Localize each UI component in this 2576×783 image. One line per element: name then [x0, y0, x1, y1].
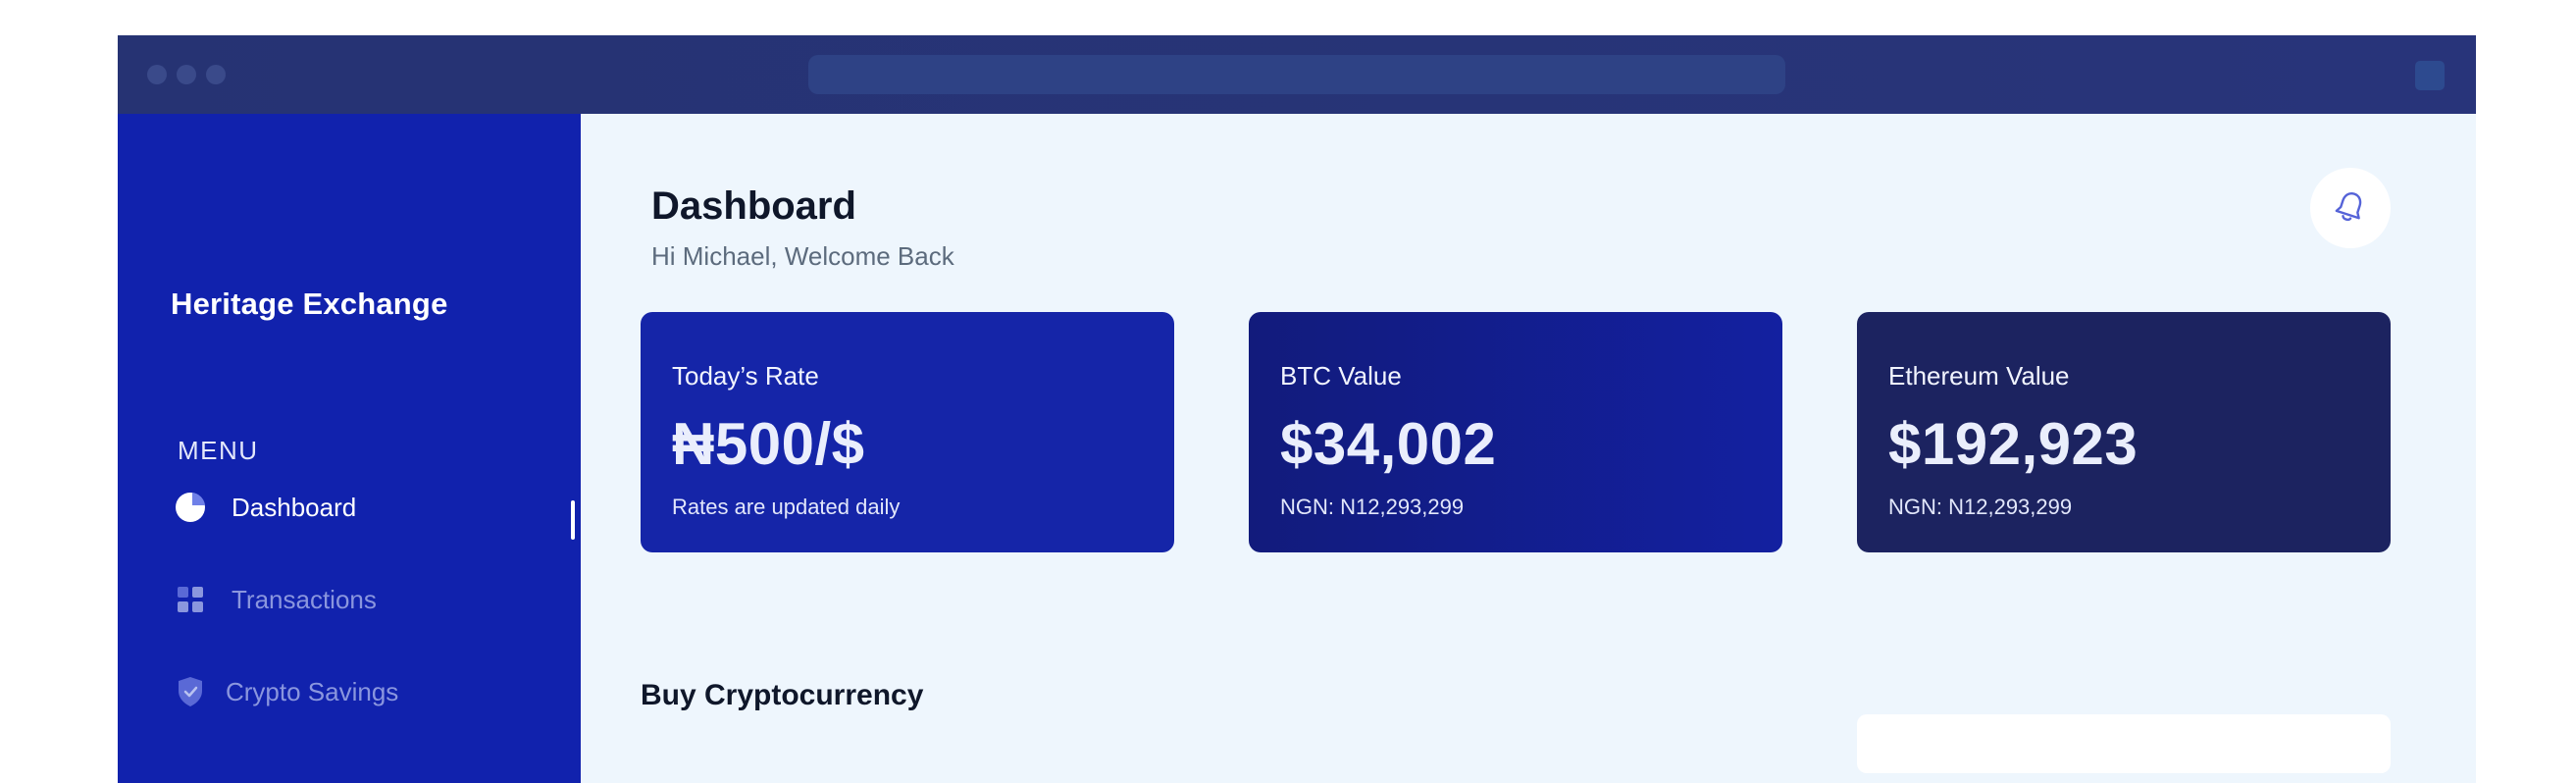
sidebar-item-label: Dashboard [232, 492, 357, 522]
notification-button[interactable] [2310, 168, 2391, 248]
shield-check-icon [173, 674, 208, 709]
browser-window: Heritage Exchange MENU Dashboard Transac… [118, 35, 2476, 783]
card-subtext: NGN: N12,293,299 [1280, 495, 1465, 519]
active-indicator [571, 500, 575, 540]
sidebar: Heritage Exchange MENU Dashboard Transac… [118, 114, 581, 783]
title-bar [118, 35, 2476, 114]
brand-logo-text[interactable]: Heritage Exchange [171, 287, 448, 322]
card-value: $34,002 [1280, 411, 1497, 477]
sidebar-item-dashboard[interactable]: Dashboard [173, 483, 356, 532]
toolbar-button[interactable] [2415, 61, 2445, 90]
card-label: Ethereum Value [1888, 361, 2070, 391]
window-minimize-dot[interactable] [177, 65, 196, 84]
pie-chart-icon [173, 490, 208, 525]
page-title: Dashboard [651, 184, 856, 228]
card-label: BTC Value [1280, 361, 1402, 391]
window-maximize-dot[interactable] [206, 65, 226, 84]
menu-heading: MENU [178, 436, 259, 465]
window-close-dot[interactable] [147, 65, 167, 84]
welcome-message: Hi Michael, Welcome Back [651, 241, 954, 271]
main-content: Dashboard Hi Michael, Welcome Back Today… [581, 114, 2476, 783]
card-subtext: NGN: N12,293,299 [1888, 495, 2073, 519]
buy-crypto-heading: Buy Cryptocurrency [641, 679, 924, 711]
sidebar-item-crypto-savings[interactable]: Crypto Savings [173, 667, 398, 716]
side-panel [1857, 714, 2391, 773]
card-value: ₦500/$ [672, 411, 865, 477]
btc-card[interactable]: BTC Value $34,002 NGN: N12,293,299 [1249, 312, 1782, 552]
card-value: $192,923 [1888, 411, 2138, 477]
ethereum-card[interactable]: Ethereum Value $192,923 NGN: N12,293,299 [1857, 312, 2391, 552]
rate-card[interactable]: Today’s Rate ₦500/$ Rates are updated da… [641, 312, 1174, 552]
address-bar[interactable] [808, 55, 1785, 94]
sidebar-item-transactions[interactable]: Transactions [173, 575, 377, 624]
sidebar-item-label: Crypto Savings [226, 676, 399, 706]
bell-icon [2333, 188, 2368, 229]
card-label: Today’s Rate [672, 361, 819, 391]
card-subtext: Rates are updated daily [672, 495, 901, 519]
grid-icon [173, 582, 208, 617]
sidebar-item-label: Transactions [232, 584, 377, 614]
